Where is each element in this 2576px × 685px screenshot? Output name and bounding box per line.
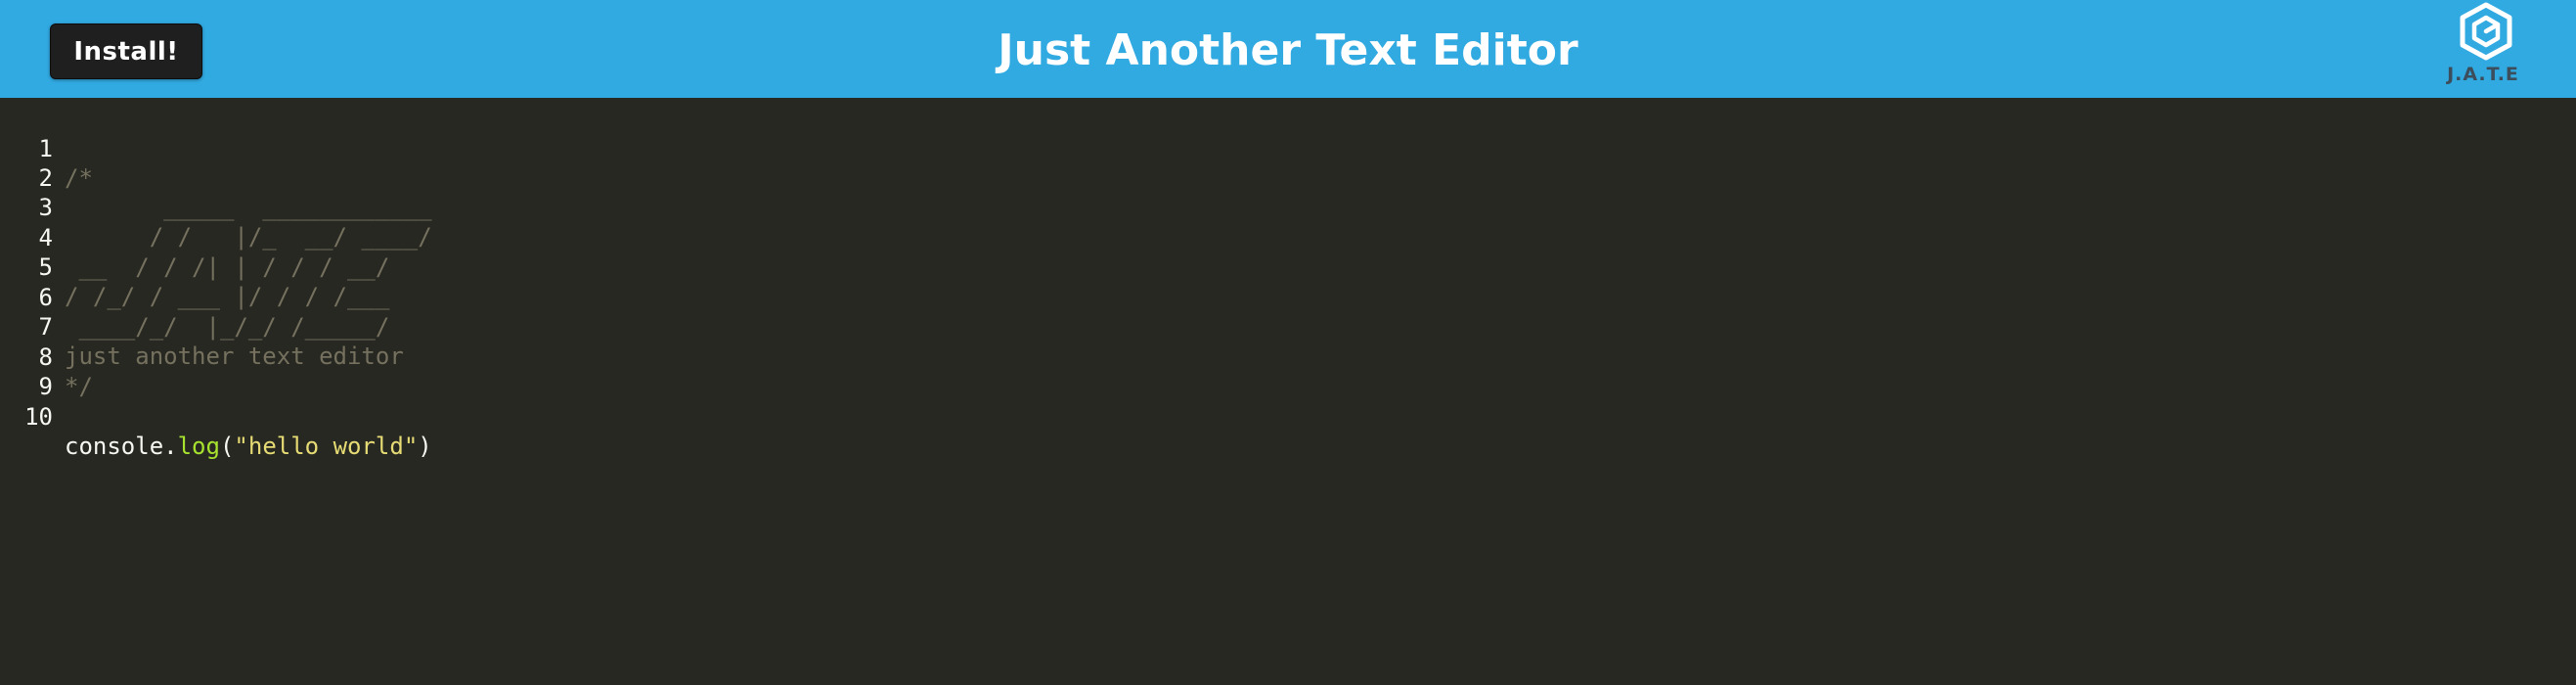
editor-line: 3 / / |/_ __/ ____/	[0, 163, 432, 251]
code-comment: / / |/_ __/ ____/	[65, 223, 432, 251]
install-button[interactable]: Install!	[50, 23, 202, 79]
code-object: console	[65, 433, 164, 460]
editor-line: 7 just another text editor	[0, 283, 404, 370]
editor-line: 1 /*	[0, 105, 93, 192]
logo-text: J.A.T.E	[2447, 64, 2519, 85]
editor-line: 9	[0, 342, 57, 400]
code-comment: __ / / /| | / / / __/	[65, 253, 390, 281]
navbar: Install! Just Another Text Editor J.A.T.…	[0, 0, 2576, 98]
code-open-paren: (	[219, 433, 235, 460]
line-number: 10	[24, 403, 53, 431]
code-comment: / /_/ / ___ |/ / / /___	[65, 283, 390, 310]
code-comment: ____/_/ |_/_/ /_____/	[65, 313, 390, 341]
code-comment: _____ ____________	[65, 194, 432, 221]
code-comment: /*	[65, 164, 93, 192]
code-comment: just another text editor	[65, 342, 404, 370]
code-editor[interactable]: 1 /* 2 _____ ____________ 3 / / |/_ __/ …	[0, 98, 2576, 685]
hexagon-logo-icon	[2460, 2, 2512, 61]
app-title: Just Another Text Editor	[998, 25, 1578, 75]
code-dot: .	[163, 433, 178, 460]
editor-line: 2 _____ ____________	[0, 134, 432, 221]
editor-line: 8 */	[0, 313, 93, 400]
editor-line: 10 console.log("hello world")	[0, 373, 432, 460]
code-close-paren: )	[418, 433, 432, 460]
code-statement: console.log("hello world")	[65, 432, 432, 461]
code-string: "hello world"	[234, 433, 419, 460]
code-comment: */	[65, 373, 93, 400]
code-method: log	[177, 433, 220, 460]
editor-line: 6 ____/_/ |_/_/ /_____/	[0, 253, 390, 341]
editor-line: 5 / /_/ / ___ |/ / / /___	[0, 223, 390, 310]
logo: J.A.T.E	[2439, 2, 2527, 90]
editor-line: 4 __ / / /| | / / / __/	[0, 194, 390, 281]
